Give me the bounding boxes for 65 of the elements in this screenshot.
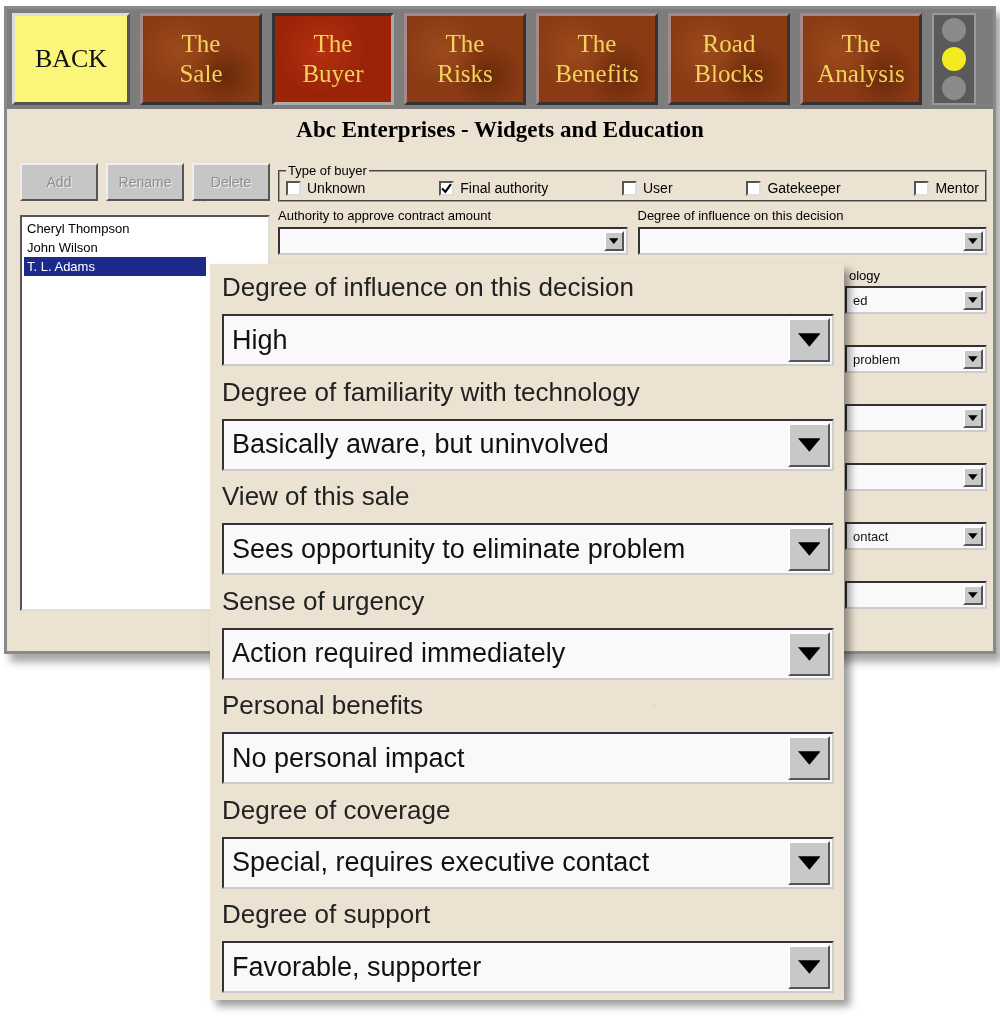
field-label: Authority to approve contract amount bbox=[278, 208, 493, 223]
dropdown-arrow-icon bbox=[968, 414, 978, 422]
group-label: Type of buyer bbox=[287, 163, 368, 178]
dropdown-arrow-icon bbox=[797, 332, 821, 348]
dropdown-arrow-icon bbox=[797, 541, 821, 558]
list-item[interactable]: Cheryl Thompson bbox=[24, 219, 206, 238]
checkbox[interactable] bbox=[622, 180, 637, 196]
dropdown[interactable] bbox=[278, 227, 628, 255]
nav-tab[interactable]: The Buyer bbox=[272, 13, 394, 105]
checkbox-label: Mentor bbox=[935, 180, 979, 196]
checkbox-label: Unknown bbox=[307, 180, 366, 196]
field-label: Degree of support bbox=[222, 898, 432, 932]
checkbox-label: Final authority bbox=[460, 180, 549, 196]
checkbox[interactable] bbox=[746, 180, 762, 196]
field-label: Degree of influence on this decision bbox=[637, 208, 845, 223]
dropdown[interactable]: Action required immediately bbox=[222, 627, 834, 680]
dropdown[interactable] bbox=[845, 463, 987, 491]
dropdown-value: ontact bbox=[852, 527, 890, 546]
checkbox[interactable] bbox=[914, 180, 930, 196]
list-item[interactable]: T. L. Adams bbox=[24, 257, 206, 276]
dropdown[interactable]: Special, requires executive contact bbox=[222, 836, 834, 889]
field-label: ology bbox=[848, 268, 882, 283]
dropdown[interactable] bbox=[637, 227, 987, 255]
nav-tab[interactable]: The Risks bbox=[404, 13, 526, 105]
dropdown-arrow-icon bbox=[797, 750, 821, 767]
dropdown-value: Special, requires executive contact bbox=[231, 846, 651, 880]
back-button[interactable]: BACK bbox=[12, 13, 130, 105]
dropdown[interactable] bbox=[845, 581, 987, 609]
dropdown-arrow-icon bbox=[968, 296, 978, 304]
nav-tab[interactable]: The Analysis bbox=[800, 13, 922, 105]
dropdown-arrow-icon bbox=[968, 355, 978, 363]
dropdown[interactable]: ontact bbox=[845, 522, 987, 550]
checkbox[interactable] bbox=[439, 180, 455, 196]
dropdown[interactable]: Favorable, supporter bbox=[222, 941, 834, 994]
dropdown-arrow-icon bbox=[608, 237, 619, 245]
dropdown[interactable]: No personal impact bbox=[222, 732, 834, 785]
dropdown-arrow-icon bbox=[968, 591, 978, 599]
checkbox-label: User bbox=[643, 180, 673, 196]
dropdown-arrow-icon bbox=[968, 473, 978, 481]
dropdown-arrow-icon bbox=[797, 436, 821, 453]
dropdown[interactable]: problem bbox=[845, 345, 987, 373]
dropdown[interactable]: Sees opportunity to eliminate problem bbox=[222, 523, 834, 576]
dropdown[interactable] bbox=[845, 404, 987, 432]
dropdown-value: Favorable, supporter bbox=[231, 950, 483, 984]
dropdown-value: No personal impact bbox=[231, 741, 466, 775]
nav-tab[interactable]: Road Blocks bbox=[668, 13, 790, 105]
field-label: Personal benefits bbox=[222, 689, 424, 723]
dropdown-value: problem bbox=[852, 350, 901, 369]
dropdown-value: Action required immediately bbox=[231, 637, 567, 671]
dropdown-arrow-icon bbox=[797, 854, 821, 871]
field-label: Degree of coverage bbox=[222, 793, 452, 827]
dropdown-arrow-icon bbox=[968, 532, 978, 540]
dropdown-arrow-icon bbox=[797, 959, 821, 976]
nav-tab[interactable]: The Benefits bbox=[536, 13, 658, 105]
dropdown[interactable]: Basically aware, but uninvolved bbox=[222, 418, 834, 471]
list-item[interactable]: John Wilson bbox=[24, 238, 206, 257]
nav-tab[interactable]: The Sale bbox=[140, 13, 262, 105]
dropdown-arrow-icon bbox=[968, 237, 978, 245]
dropdown-value: ed bbox=[852, 291, 869, 310]
dropdown[interactable]: High bbox=[222, 314, 834, 366]
dropdown[interactable]: ed bbox=[845, 286, 987, 314]
dropdown-arrow-icon bbox=[797, 645, 821, 662]
checkbox-label: Gatekeeper bbox=[767, 180, 841, 196]
checkbox[interactable] bbox=[286, 180, 301, 196]
window-title: Abc Enterprises - Widgets and Education bbox=[296, 117, 704, 143]
